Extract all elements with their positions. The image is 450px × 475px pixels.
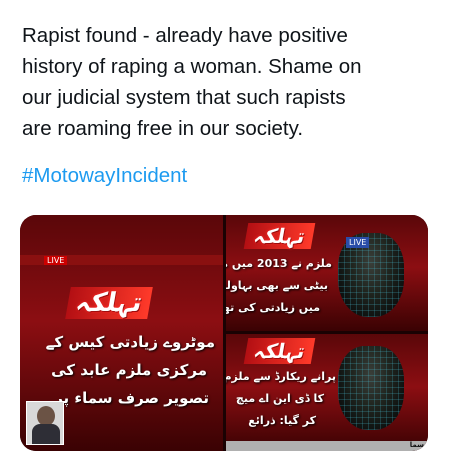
tweet-text-line: Rapist found - already have positive xyxy=(22,24,348,47)
news-brand-logo: تہلکہ xyxy=(243,223,316,249)
caption-line: تصویر صرف سماء پر xyxy=(54,389,209,407)
caption-line: مرکزی ملزم عابد کی xyxy=(51,361,207,379)
footer-text: سما xyxy=(409,441,424,449)
live-badge: LIVE xyxy=(44,256,68,265)
caption-line: بیٹی سے بھی بہاولنگر xyxy=(226,279,328,292)
news-brand-logo: تہلکہ xyxy=(65,287,153,319)
media-image-left[interactable]: LIVE تہلکہ موٹروے زیادتی کیس کے مرکزی مل… xyxy=(20,215,223,451)
tweet-text-line: are roaming free in our society. xyxy=(22,117,304,140)
hashtag-link[interactable]: #MotowayIncident xyxy=(22,164,187,188)
news-brand-logo: تہلکہ xyxy=(243,338,316,364)
media-grid: LIVE تہلکہ موٹروے زیادتی کیس کے مرکزی مل… xyxy=(20,215,428,451)
caption-line: پرانے ریکارڈ سے ملزم xyxy=(226,370,336,383)
caption-line: میں زیادتی کی تھی xyxy=(226,301,320,314)
caption-line: کر گیا: ذرائع xyxy=(248,414,316,427)
suspect-photo xyxy=(338,346,404,430)
face-tag: LIVE xyxy=(346,237,370,248)
anchor-thumbnail xyxy=(26,401,64,445)
caption-line: ملزم نے 2013 میں ماں xyxy=(226,257,332,270)
caption-line: موٹروے زیادتی کیس کے xyxy=(45,333,215,351)
anchor-head xyxy=(37,406,55,426)
tweet-text-line: our judicial system that such rapists xyxy=(22,86,346,109)
tweet-text: Rapist found - already have positive his… xyxy=(22,20,432,144)
anchor-body xyxy=(32,424,60,444)
media-image-top-right[interactable]: تہلکہ LIVE ملزم نے 2013 میں ماں بیٹی سے … xyxy=(226,215,428,331)
caption-line: کا ڈی این اے میچ xyxy=(235,392,324,405)
tweet-text-line: history of raping a woman. Shame on xyxy=(22,55,362,78)
face-scan-overlay xyxy=(338,346,404,430)
footer-ticker: سما xyxy=(226,441,428,451)
media-image-bottom-right[interactable]: تہلکہ پرانے ریکارڈ سے ملزم کا ڈی این اے … xyxy=(226,334,428,451)
